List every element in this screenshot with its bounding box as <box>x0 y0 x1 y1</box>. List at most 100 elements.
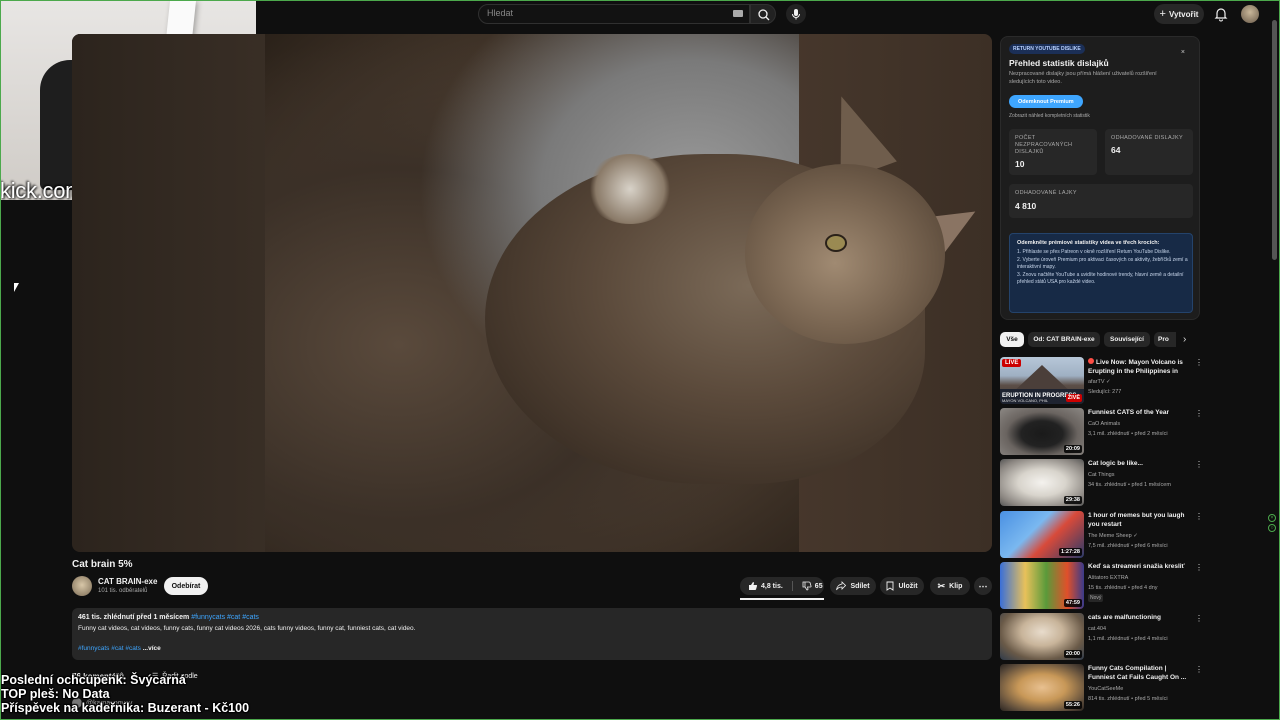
video-title: cats are malfunctioning <box>1088 614 1161 621</box>
more-vertical-icon[interactable]: ⋮ <box>1195 512 1203 521</box>
more-vertical-icon[interactable]: ⋮ <box>1195 409 1203 418</box>
description-box[interactable]: 461 tis. zhlédnutí před 1 měsícem #funny… <box>72 608 992 660</box>
duration-badge: 1:27:28 <box>1059 548 1082 556</box>
unlock-premium-button[interactable]: Odemknout Premium <box>1009 95 1083 108</box>
recommendation-item[interactable]: 47:59 Keď sa streameri snažia kresliť Aš… <box>1000 562 1210 610</box>
channel-name[interactable]: YouCatSeeMe <box>1088 686 1123 692</box>
save-label: Uložit <box>898 582 918 590</box>
ryd-badge: RETURN YOUTUBE DISLIKE <box>1009 44 1085 54</box>
recommendation-item[interactable]: 20:09 Funniest CATS of the Year CaO Anim… <box>1000 408 1210 456</box>
more-vertical-icon[interactable]: ⋮ <box>1195 614 1203 623</box>
show-more-link[interactable]: ...více <box>143 645 161 652</box>
channel-avatar[interactable] <box>72 576 92 596</box>
chip-related[interactable]: Související <box>1104 332 1150 347</box>
create-button[interactable]: + Vytvořit <box>1154 4 1204 24</box>
cat-paw <box>585 154 675 224</box>
chip-from-channel[interactable]: Od: CAT BRAIN-exe <box>1028 332 1100 347</box>
notifications-button[interactable] <box>1214 6 1228 22</box>
description-tags-line: #funnycats #cat #cats ...více <box>78 645 161 652</box>
promo-step: 3. Znovu načtěte YouTube a uvidíte hodin… <box>1017 272 1184 285</box>
stat-card-estimated-likes: ODHADOVANÉ LAJKY 4 810 <box>1009 184 1193 218</box>
more-vertical-icon[interactable]: ⋮ <box>1195 460 1203 469</box>
recommendation-item[interactable]: 55:26 Funny Cats Compilation | Funniest … <box>1000 664 1210 712</box>
video-thumbnail[interactable]: 47:59 <box>1000 562 1084 609</box>
bookmark-icon <box>887 581 894 591</box>
stream-overlay-line: Příspěvek na kadeřníka: Buzerant - Kč100 <box>1 701 250 715</box>
divider <box>791 581 793 591</box>
video-thumbnail[interactable]: 29:38 <box>1000 459 1084 506</box>
promo-steps: 1. Přihlaste se přes Patreon v okně rozš… <box>1017 249 1189 287</box>
chevron-right-icon[interactable]: › <box>1183 334 1186 345</box>
keyboard-icon[interactable] <box>733 10 743 17</box>
mouse-cursor-icon <box>14 283 24 292</box>
like-dislike-group: 4,8 tis. 65 <box>740 577 824 595</box>
share-button[interactable]: Sdílet <box>830 577 876 595</box>
scissors-icon: ✂ <box>937 580 946 591</box>
more-vertical-icon[interactable]: ⋮ <box>1195 358 1203 367</box>
like-button[interactable]: 4,8 tis. <box>748 581 783 591</box>
search-input[interactable]: Hledat <box>487 8 513 18</box>
channel-name[interactable]: CaO Animals <box>1088 421 1120 427</box>
close-circle-icon[interactable]: × <box>1268 514 1276 522</box>
subscribe-button[interactable]: Odebírat <box>164 577 208 595</box>
video-frame <box>265 34 991 552</box>
promo-title: Odemkněte prémiové statistiky videa ve t… <box>1017 240 1160 246</box>
dislike-button[interactable]: 65 <box>802 581 823 591</box>
stream-overlay-line: TOP pleš: No Data <box>1 687 110 701</box>
page-scrollbar[interactable] <box>1272 20 1277 260</box>
chip-all[interactable]: Vše <box>1000 332 1024 347</box>
hashtags[interactable]: #funnycats #cat #cats <box>78 645 141 652</box>
duration-badge: 55:26 <box>1063 701 1082 709</box>
bell-icon <box>1214 8 1228 22</box>
stream-overlay-line: Poslední ochcupenk: Švýcarná <box>1 673 186 687</box>
channel-name[interactable]: The Meme Sheep ✓ <box>1088 533 1138 539</box>
recommendation-item[interactable]: 29:38 Cat logic be like... Cat Things 34… <box>1000 459 1210 507</box>
voice-search-button[interactable] <box>786 4 806 24</box>
video-title: 1 hour of memes but you laugh you restar… <box>1088 512 1185 528</box>
ryd-description: Nezpracované dislajky jsou přímá hlášení… <box>1009 71 1157 85</box>
more-actions-button[interactable]: ⋯ <box>974 577 992 595</box>
video-thumbnail[interactable]: ERUPTION IN PROGRESS MAYON VOLCANO, PHIL … <box>1000 357 1084 404</box>
live-now-badge: ŽIVĚ <box>1065 394 1082 402</box>
channel-name[interactable]: cat.404 <box>1088 626 1106 632</box>
channel-name[interactable]: CAT BRAIN-exe <box>98 577 157 586</box>
chip-for-you[interactable]: Pro <box>1154 332 1176 347</box>
share-label: Sdílet <box>850 582 870 590</box>
user-avatar[interactable] <box>1241 5 1259 23</box>
video-title: Live Now: Mayon Volcano is Erupting in t… <box>1088 358 1183 375</box>
preview-stats-link[interactable]: Zobrazit náhled kompletních statistik <box>1009 113 1090 119</box>
video-thumbnail[interactable]: 20:09 <box>1000 408 1084 455</box>
save-button[interactable]: Uložit <box>880 577 924 595</box>
stats-hashtags[interactable]: #funnycats #cat #cats <box>191 614 259 621</box>
recommendation-item[interactable]: 20:00 cats are malfunctioning cat.404 1,… <box>1000 613 1210 661</box>
recommendation-item[interactable]: 1:27:28 1 hour of memes but you laugh yo… <box>1000 511 1210 559</box>
video-thumbnail[interactable]: 1:27:28 <box>1000 511 1084 558</box>
stat-label: ODHADOVANÉ LAJKY <box>1015 190 1077 196</box>
view-stats: 461 tis. zhlédnutí před 1 měsícem <box>78 614 190 621</box>
recommendation-item[interactable]: ERUPTION IN PROGRESS MAYON VOLCANO, PHIL … <box>1000 357 1210 405</box>
video-player[interactable] <box>72 34 992 552</box>
like-ratio-bar <box>740 598 824 600</box>
settings-circle-icon[interactable]: ○ <box>1268 524 1276 532</box>
clip-button[interactable]: ✂ Klip <box>930 577 970 595</box>
video-title: Cat logic be like... <box>1088 460 1143 467</box>
thumbs-up-icon <box>749 582 758 590</box>
search-button[interactable] <box>750 4 776 24</box>
ryd-panel: RETURN YOUTUBE DISLIKE × Přehled statist… <box>1000 36 1200 320</box>
channel-name[interactable]: Cat Things <box>1088 472 1115 478</box>
video-thumbnail[interactable]: 55:26 <box>1000 664 1084 711</box>
channel-name[interactable]: afarTV ✓ <box>1088 379 1111 385</box>
promo-step: 1. Přihlaste se přes Patreon v okně rozš… <box>1017 249 1171 255</box>
close-icon[interactable]: × <box>1181 49 1185 56</box>
verified-icon: ✓ <box>1133 533 1138 539</box>
stat-value: 10 <box>1015 159 1025 169</box>
stat-card-raw-dislikes: POČET NEZPRACOVANÝCH DISLAJKŮ 10 <box>1009 129 1097 175</box>
thumbs-down-icon <box>802 581 812 591</box>
search-box[interactable]: Hledat <box>478 4 750 24</box>
video-thumbnail[interactable]: 20:00 <box>1000 613 1084 660</box>
more-vertical-icon[interactable]: ⋮ <box>1195 563 1203 572</box>
more-vertical-icon[interactable]: ⋮ <box>1195 665 1203 674</box>
video-meta: 3,1 mil. zhlédnutí • před 2 měsíci <box>1088 431 1168 437</box>
video-meta: 814 tis. zhlédnutí • před 5 měsíci <box>1088 696 1168 702</box>
channel-name[interactable]: Aštatoro EXTRA <box>1088 575 1128 581</box>
